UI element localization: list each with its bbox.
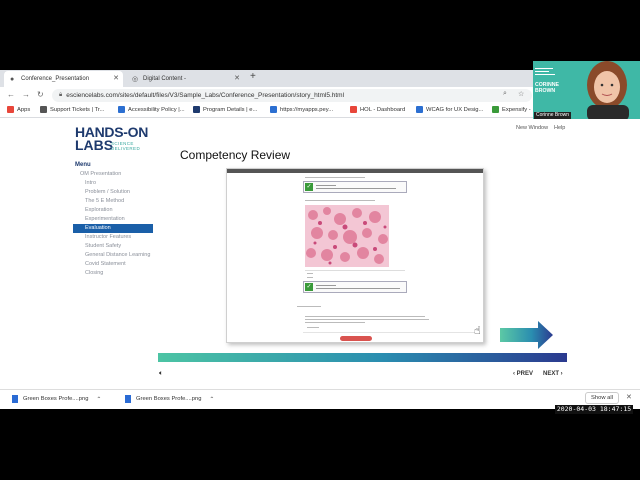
- page-icon: ●: [10, 75, 15, 83]
- bookmark-hol-dashboard[interactable]: HOL - Dashboard: [350, 106, 405, 113]
- text-line: [305, 316, 425, 317]
- text-line: [307, 327, 319, 328]
- bookmark-program-details[interactable]: Program Details | e...: [193, 106, 257, 113]
- logo-labs: LABS: [75, 137, 114, 153]
- bookmark-support-tickets[interactable]: Support Tickets | Tr...: [40, 106, 104, 113]
- menu-item-covid-statement[interactable]: Covid Statement: [85, 261, 126, 267]
- option-line: [307, 273, 313, 274]
- close-icon[interactable]: ✕: [234, 74, 240, 82]
- question-line: [305, 200, 375, 201]
- answer-box: ✓: [303, 181, 407, 193]
- menu-title: Menu: [75, 162, 91, 168]
- menu-item-5e-method[interactable]: The 5 E Method: [85, 198, 124, 204]
- forward-icon[interactable]: →: [22, 90, 30, 99]
- bookmark-apps[interactable]: Apps: [7, 106, 30, 113]
- bookmark-myapps[interactable]: https://myapps.pey...: [270, 106, 333, 113]
- menu-item-exploration[interactable]: Exploration: [85, 207, 113, 213]
- bookmark-favicon-icon: [350, 106, 357, 113]
- file-icon: [12, 395, 18, 403]
- option-line: [305, 270, 405, 271]
- tab-label: Digital Content -: [143, 76, 187, 82]
- text-line: [305, 177, 365, 178]
- microscope-image: [305, 205, 389, 267]
- dropbox-icon: [416, 106, 423, 113]
- download-item[interactable]: Green Boxes Profe....png ⌃: [12, 395, 101, 403]
- url-text: esciencelabs.com/sites/default/files/V3/…: [66, 92, 345, 99]
- menu-item-intro[interactable]: Intro: [85, 180, 96, 186]
- back-icon[interactable]: ←: [7, 90, 15, 99]
- menu-item-evaluation[interactable]: Evaluation: [73, 224, 153, 233]
- close-icon[interactable]: ✕: [113, 74, 119, 82]
- file-icon: [125, 395, 131, 403]
- download-item[interactable]: Green Boxes Profe....png ⌃: [125, 395, 214, 403]
- presenter-label: Corinne Brown: [534, 112, 572, 119]
- menu-item-problem-solution[interactable]: Problem / Solution: [85, 189, 130, 195]
- apps-grid-icon: [7, 106, 14, 113]
- new-window-link[interactable]: New Window: [516, 125, 548, 131]
- bookmark-favicon-icon: [40, 106, 47, 113]
- text-line: [305, 319, 429, 320]
- tab-digital-content[interactable]: ◎ Digital Content - ✕: [126, 71, 244, 87]
- next-button[interactable]: NEXT ›: [543, 371, 563, 377]
- menu-item-instructor-features[interactable]: Instructor Features: [85, 234, 131, 240]
- chevron-up-icon[interactable]: ⌃: [209, 396, 214, 403]
- pointer-cursor-icon: ☝︎: [474, 325, 481, 337]
- close-icon[interactable]: ✕: [626, 393, 632, 401]
- bookmark-favicon-icon: [193, 106, 200, 113]
- menu-item-om-presentation[interactable]: OM Presentation: [80, 171, 121, 177]
- show-all-button[interactable]: Show all: [585, 392, 619, 404]
- bookmark-favicon-icon: [118, 106, 125, 113]
- menu-item-general-distance-learning[interactable]: General Distance Learning: [85, 252, 150, 258]
- bookmark-wcag[interactable]: WCAG for UX Desig...: [416, 106, 483, 113]
- check-icon: ✓: [305, 283, 313, 291]
- bookmark-expensify[interactable]: Expensify -: [492, 106, 531, 113]
- slide-title: Competency Review: [180, 148, 291, 162]
- screen: ● Conference_Presentation ✕ ◎ Digital Co…: [0, 0, 640, 480]
- chevron-up-icon[interactable]: ⌃: [96, 396, 101, 403]
- text-line: [297, 306, 321, 307]
- webcam-overlay: CORINNE BROWN Corinne Brown: [533, 61, 640, 119]
- timestamp: 2020-04-03 18:47:15: [555, 405, 633, 414]
- speaker-icon[interactable]: 🔈︎: [159, 370, 163, 378]
- url-input[interactable]: 🔒︎ esciencelabs.com/sites/default/files/…: [52, 89, 532, 102]
- globe-icon: ◎: [132, 75, 139, 83]
- option-line: [307, 277, 313, 278]
- presenter-video: [587, 61, 629, 119]
- text-line: [305, 322, 365, 323]
- slide-toolbar: [227, 169, 483, 173]
- presenter-title-text: [535, 66, 575, 77]
- bookmark-accessibility-policy[interactable]: Accessibility Policy |...: [118, 106, 185, 113]
- new-tab-icon[interactable]: +: [250, 71, 256, 82]
- bookmark-favicon-icon: [492, 106, 499, 113]
- lock-icon: 🔒︎: [59, 92, 63, 98]
- progress-bar: [158, 353, 567, 362]
- zoom-icon[interactable]: ⌕: [503, 90, 507, 98]
- help-link[interactable]: Help: [554, 125, 565, 131]
- answer-box: ✓: [303, 281, 407, 293]
- menu-item-student-safety[interactable]: Student Safety: [85, 243, 121, 249]
- divider: [303, 332, 475, 333]
- tab-label: Conference_Presentation: [21, 76, 90, 82]
- tab-conference-presentation[interactable]: ● Conference_Presentation ✕: [4, 71, 123, 87]
- menu-item-closing[interactable]: Closing: [85, 270, 103, 276]
- logo-tagline: SCIENCE DELIVERED: [111, 141, 141, 151]
- menu-item-experimentation[interactable]: Experimentation: [85, 216, 125, 222]
- slide-screenshot: ✓ ✓: [226, 168, 484, 343]
- next-arrow-icon[interactable]: [500, 320, 554, 350]
- prev-button[interactable]: ‹ PREV: [513, 371, 533, 377]
- presenter-name: CORINNE BROWN: [535, 82, 559, 94]
- bookmark-favicon-icon: [270, 106, 277, 113]
- submit-button[interactable]: [340, 336, 372, 341]
- bookmark-star-icon[interactable]: ☆: [518, 90, 524, 98]
- reload-icon[interactable]: ↻: [37, 90, 44, 99]
- check-icon: ✓: [305, 183, 313, 191]
